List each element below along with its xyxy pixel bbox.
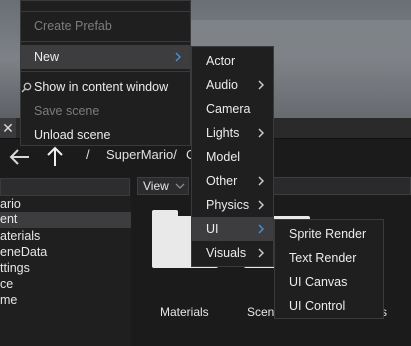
menu-item-ui-canvas[interactable]: UI Canvas <box>275 270 383 294</box>
menu-item-sprite-render[interactable]: Sprite Render <box>275 222 383 246</box>
menu-item-label: Lights <box>206 126 240 140</box>
chevron-right-icon <box>258 128 264 138</box>
menu-item-lights[interactable]: Lights <box>192 121 273 145</box>
new-submenu: Actor Audio Camera Lights Model Other Ph… <box>191 46 274 267</box>
menu-item-label: UI Control <box>289 299 346 313</box>
context-menu: Create Prefab New Show in content window… <box>20 0 191 146</box>
chevron-right-icon <box>258 200 264 210</box>
folder-label: Scen <box>247 305 275 319</box>
menu-item-other[interactable]: Other <box>192 169 273 193</box>
menu-item-actor[interactable]: Actor <box>192 49 273 73</box>
view-dropdown[interactable]: View <box>137 177 189 195</box>
menu-item-label: Audio <box>206 78 238 92</box>
tree-search-field[interactable] <box>0 178 130 196</box>
menu-item-ui[interactable]: UI <box>192 217 273 241</box>
menu-item-save-scene[interactable]: Save scene <box>21 99 190 123</box>
menu-item-text-render[interactable]: Text Render <box>275 246 383 270</box>
menu-item-label: UI <box>206 222 219 236</box>
tree-item[interactable]: me <box>0 293 17 307</box>
menu-item-label: New <box>34 50 60 64</box>
menu-item-visuals[interactable]: Visuals <box>192 241 273 265</box>
tree-item[interactable]: aterials <box>0 229 40 243</box>
chevron-right-icon <box>175 52 181 62</box>
menu-item-label: Show in content window <box>34 80 169 94</box>
menu-item-ui-control[interactable]: UI Control <box>275 294 383 318</box>
path-segment[interactable]: SuperMario/ <box>106 147 177 162</box>
menu-item-label: Model <box>206 150 241 164</box>
menu-item-label: Other <box>206 174 238 188</box>
menu-item-label: Camera <box>206 102 251 116</box>
chevron-right-icon <box>258 224 264 234</box>
menu-item-audio[interactable]: Audio <box>192 73 273 97</box>
close-icon[interactable]: ✕ <box>0 118 16 138</box>
search-icon <box>21 82 32 93</box>
tree-item-selected[interactable]: ent <box>0 212 131 228</box>
menu-item-show-in-content-window[interactable]: Show in content window <box>21 75 190 99</box>
ui-submenu: Sprite Render Text Render UI Canvas UI C… <box>274 219 384 319</box>
menu-separator <box>21 41 190 42</box>
menu-item-label: Text Render <box>289 251 357 265</box>
tree-item[interactable]: ario <box>0 197 21 211</box>
menu-item-label: Unload scene <box>34 128 111 142</box>
back-arrow-icon[interactable] <box>8 145 32 169</box>
menu-item-label: Actor <box>206 54 236 68</box>
menu-separator <box>21 11 190 12</box>
menu-item-model[interactable]: Model <box>192 145 273 169</box>
menu-item-label: Visuals <box>206 246 247 260</box>
menu-item-create-prefab[interactable]: Create Prefab <box>21 14 190 38</box>
menu-item-label: Save scene <box>34 104 100 118</box>
menu-item-new[interactable]: New <box>21 45 190 69</box>
view-label: View <box>143 179 169 193</box>
menu-separator <box>21 71 190 72</box>
menu-item-label: Physics <box>206 198 250 212</box>
folder-label: Materials <box>160 305 209 319</box>
up-arrow-icon[interactable] <box>43 145 67 169</box>
chevron-right-icon <box>258 80 264 90</box>
tree-item[interactable]: eneData <box>0 245 47 259</box>
chevron-right-icon <box>258 176 264 186</box>
menu-item-label: UI Canvas <box>289 275 348 289</box>
menu-item-camera[interactable]: Camera <box>192 97 273 121</box>
chevron-right-icon <box>258 248 264 258</box>
chevron-down-icon <box>175 183 185 189</box>
menu-item-unload-scene[interactable]: Unload scene <box>21 123 190 147</box>
path-separator: / <box>86 147 90 162</box>
menu-item-label: Create Prefab <box>34 19 112 33</box>
menu-item-label: Sprite Render <box>289 227 367 241</box>
tree-item[interactable]: ce <box>0 277 13 291</box>
tree-item[interactable]: ttings <box>0 261 30 275</box>
menu-item-physics[interactable]: Physics <box>192 193 273 217</box>
